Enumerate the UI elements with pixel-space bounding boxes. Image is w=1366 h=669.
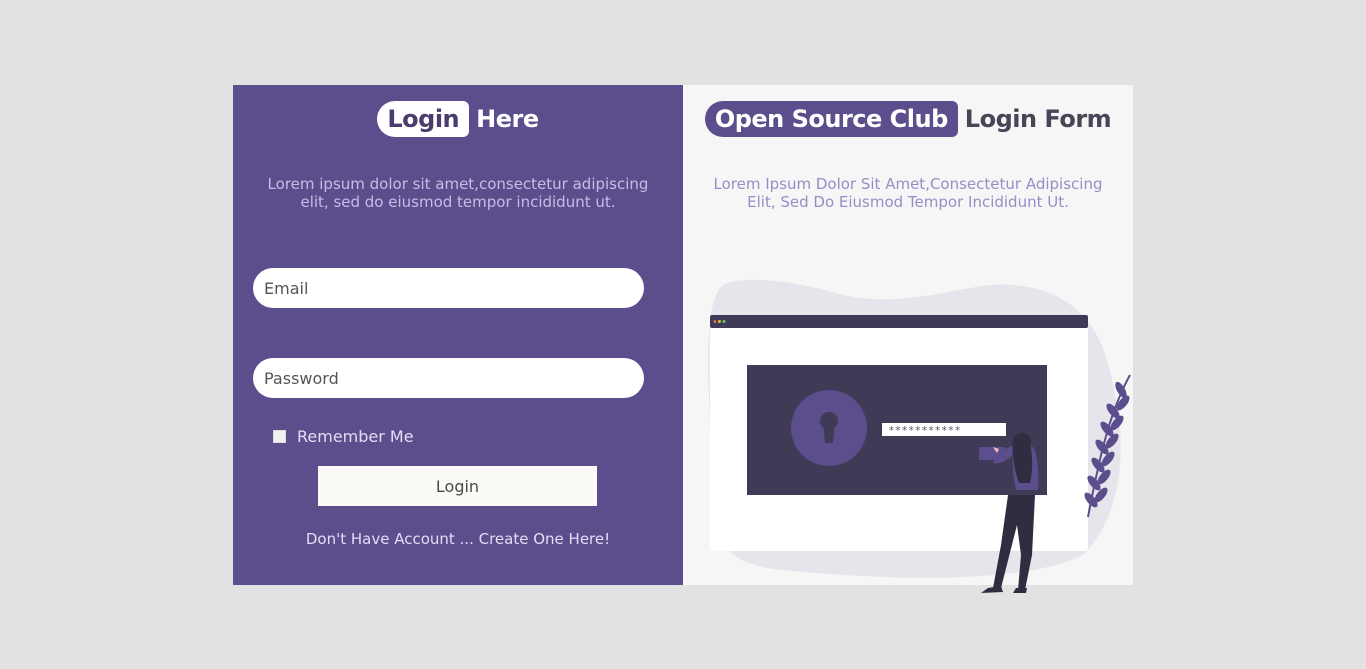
email-input[interactable] bbox=[253, 268, 644, 308]
login-title-tail: Here bbox=[476, 105, 539, 133]
browser-titlebar bbox=[710, 315, 1088, 328]
password-mask: *********** bbox=[888, 424, 961, 437]
create-account-link[interactable]: Don't Have Account ... Create One Here! bbox=[233, 530, 683, 548]
window-dot-red bbox=[713, 320, 717, 323]
info-panel: Open Source Club Login Form Lorem Ipsum … bbox=[683, 85, 1133, 593]
login-illustration: *********** bbox=[708, 279, 1131, 593]
password-input[interactable] bbox=[253, 358, 644, 398]
login-description: Lorem ipsum dolor sit amet,consectetur a… bbox=[267, 175, 649, 211]
window-dot-green bbox=[722, 320, 726, 323]
window-dot-yellow bbox=[718, 320, 721, 323]
login-card: Login Here Lorem ipsum dolor sit amet,co… bbox=[233, 85, 1133, 593]
login-title: Login Here bbox=[233, 101, 683, 137]
remember-me-row[interactable]: Remember Me bbox=[273, 427, 414, 446]
remember-me-checkbox[interactable] bbox=[273, 430, 286, 443]
remember-me-label: Remember Me bbox=[297, 427, 414, 446]
login-panel: Login Here Lorem ipsum dolor sit amet,co… bbox=[233, 85, 683, 585]
login-title-pill: Login bbox=[377, 101, 470, 137]
login-button[interactable]: Login bbox=[318, 466, 597, 506]
